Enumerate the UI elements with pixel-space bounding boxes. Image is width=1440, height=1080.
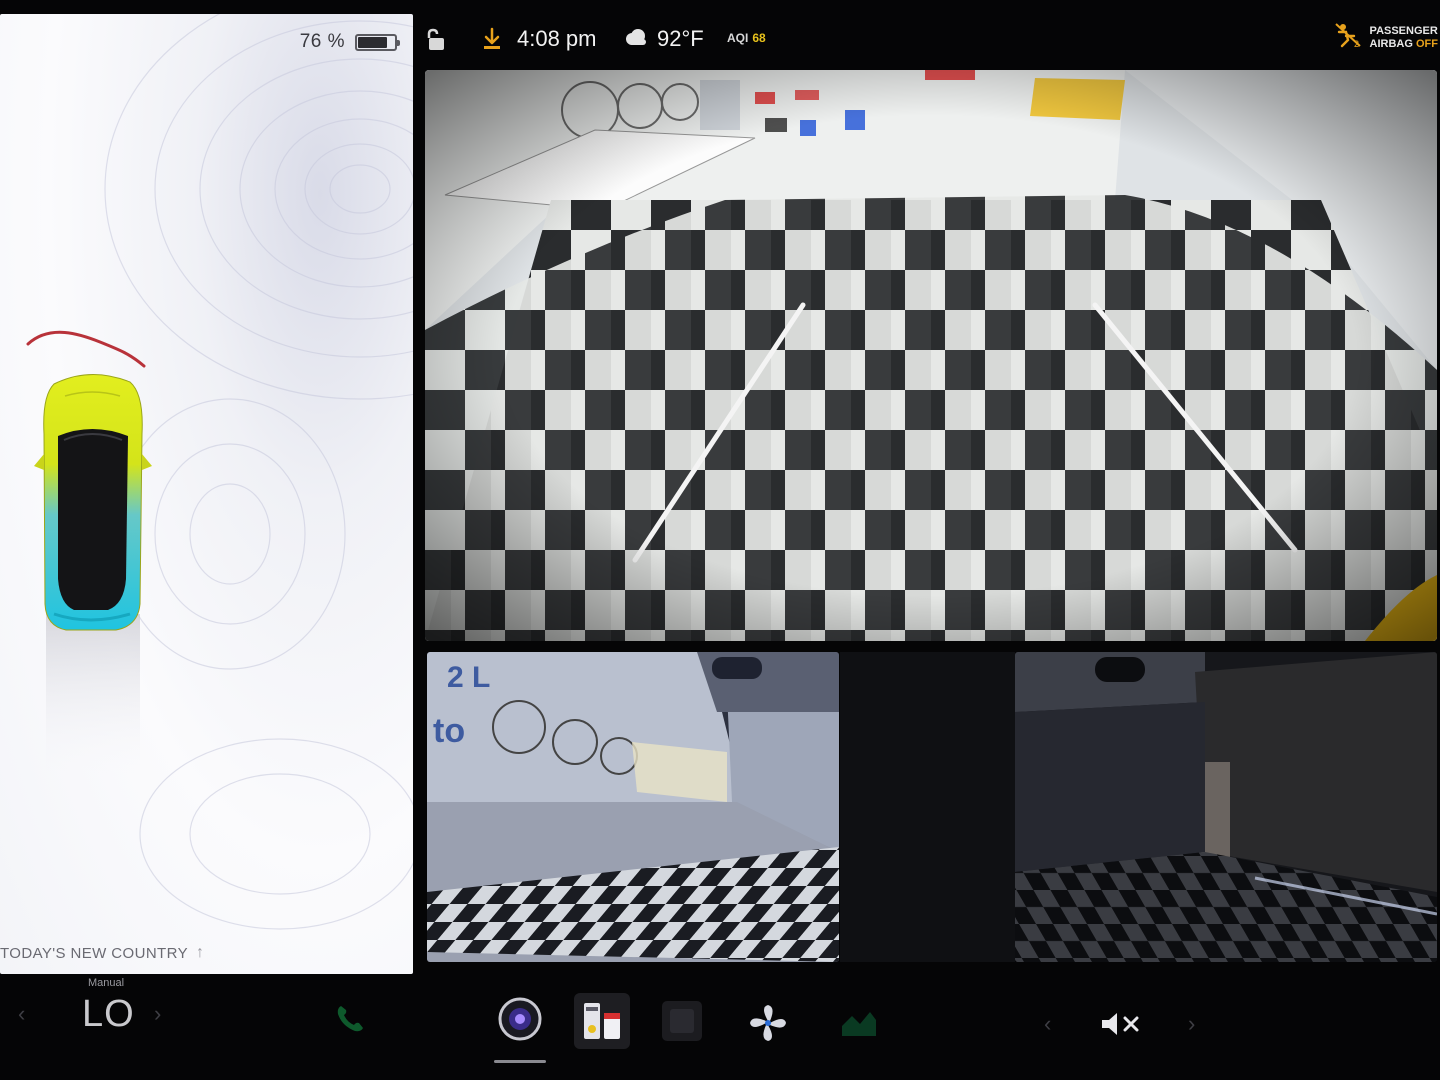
battery-icon — [355, 33, 400, 51]
fan-icon[interactable] — [744, 999, 792, 1047]
svg-text:2: 2 — [1354, 39, 1359, 48]
svg-text:2 L: 2 L — [447, 661, 490, 694]
battery-percent: 76 % — [299, 31, 345, 52]
battery-fill — [358, 36, 387, 48]
status-bar: 4:08 pm 92°F AQI 68 2 PASSENGER AIRBAG O… — [413, 14, 1440, 64]
now-playing-title: TODAY'S NEW COUNTRY — [0, 944, 188, 962]
airbag-icon: 2 — [1334, 22, 1364, 53]
airbag-line1: PASSENGER — [1369, 24, 1438, 37]
cloud-icon — [623, 28, 649, 51]
app-icon[interactable] — [662, 1001, 702, 1041]
camera-icon[interactable] — [496, 995, 544, 1043]
climate-temperature: LO — [82, 993, 135, 1035]
aqi-label: AQI — [727, 31, 749, 45]
camera-divider — [840, 652, 1015, 962]
climate-increase-icon[interactable]: › — [154, 1001, 161, 1027]
now-playing[interactable]: TODAY'S NEW COUNTRY ↑ — [0, 944, 204, 962]
media-icon[interactable] — [836, 1003, 880, 1043]
bottom-dock: ‹ Manual LO › ‹ › — [0, 975, 1440, 1080]
volume-increase-icon[interactable]: › — [1188, 1011, 1195, 1037]
airbag-state: OFF — [1416, 37, 1438, 50]
aqi-value: 68 — [752, 31, 766, 45]
download-icon[interactable] — [481, 27, 503, 56]
climate-decrease-icon[interactable]: ‹ — [18, 1001, 25, 1027]
battery-status: 76 % — [299, 31, 400, 53]
toybox-icon[interactable] — [574, 993, 630, 1049]
rear-camera-view[interactable] — [425, 70, 1437, 641]
climate-mode: Manual — [88, 977, 125, 989]
volume-decrease-icon[interactable]: ‹ — [1044, 1011, 1051, 1037]
clock: 4:08 pm — [517, 26, 597, 51]
weather: 92°F — [623, 26, 704, 52]
outside-temperature: 92°F — [657, 26, 704, 51]
phone-icon[interactable] — [330, 999, 370, 1039]
svg-text:to: to — [433, 712, 465, 750]
volume-muted-icon[interactable] — [1098, 1009, 1144, 1039]
expand-up-icon[interactable]: ↑ — [196, 944, 204, 962]
airbag-line2: AIRBAG — [1369, 37, 1413, 50]
left-repeater-camera-view[interactable]: 2 L to — [427, 652, 839, 962]
air-quality: AQI 68 — [727, 31, 766, 45]
car-visualization-panel[interactable]: 76 % TODAY'S NEW COUNTRY ↑ — [0, 14, 413, 974]
climate-control[interactable]: ‹ Manual LO › — [18, 975, 168, 1075]
active-app-indicator — [494, 1060, 546, 1063]
passenger-airbag-status: 2 PASSENGER AIRBAG OFF — [1334, 22, 1438, 53]
right-repeater-camera-view[interactable] — [1015, 652, 1437, 962]
unlock-icon[interactable] — [427, 28, 449, 57]
car-top-view[interactable] — [20, 314, 160, 774]
